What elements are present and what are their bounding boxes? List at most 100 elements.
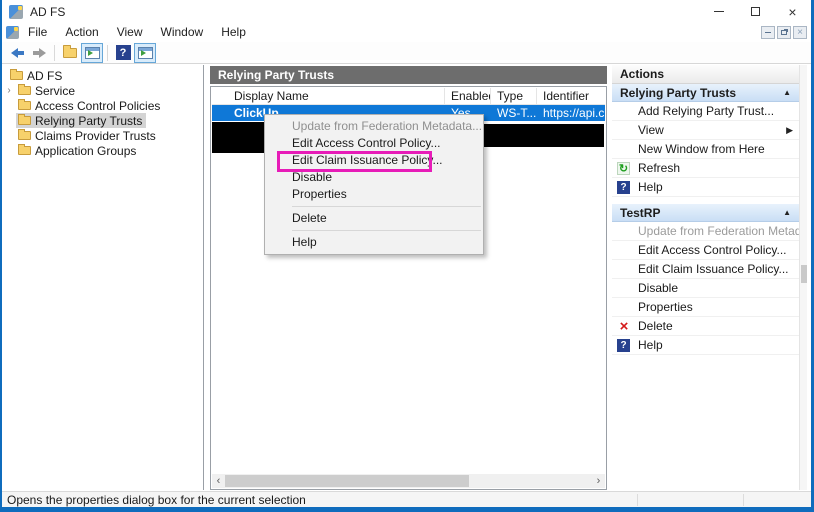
- action-new-window-from-here[interactable]: New Window from Here: [612, 140, 799, 159]
- horizontal-scrollbar[interactable]: ‹ ›: [212, 474, 605, 488]
- action-help[interactable]: ? Help: [612, 178, 799, 197]
- menu-window[interactable]: Window: [152, 23, 213, 42]
- tree-item-access-control-policies[interactable]: Access Control Policies: [2, 98, 203, 113]
- adfs-app-icon-small: [6, 26, 19, 39]
- results-pane-title: Relying Party Trusts: [210, 66, 607, 84]
- maximize-button[interactable]: [737, 0, 774, 23]
- scroll-right-icon[interactable]: ›: [592, 474, 605, 488]
- action-label: Properties: [638, 300, 693, 314]
- tree-label: Application Groups: [35, 144, 136, 158]
- collapse-arrow-icon[interactable]: ▲: [783, 204, 791, 222]
- chevron-right-icon[interactable]: ›: [2, 85, 16, 96]
- tree-selection-highlight: Relying Party Trusts: [16, 113, 146, 128]
- menu-action[interactable]: Action: [56, 23, 107, 42]
- action-label: Disable: [638, 281, 678, 295]
- child-close-icon: ×: [797, 28, 803, 38]
- column-header-display-name[interactable]: Display Name: [212, 88, 445, 104]
- show-action-pane-button[interactable]: [134, 43, 156, 63]
- submenu-arrow-icon: ▶: [786, 121, 793, 140]
- back-button[interactable]: [6, 43, 28, 63]
- tree-item-service[interactable]: › Service: [2, 83, 203, 98]
- show-console-tree-icon: [85, 47, 100, 59]
- section-header-label: Relying Party Trusts: [620, 84, 736, 102]
- child-minimize-icon: [765, 32, 771, 33]
- child-restore-button[interactable]: [777, 26, 791, 39]
- help-icon: ?: [116, 45, 131, 60]
- adfs-app-icon: [9, 5, 23, 19]
- export-list-button[interactable]: [59, 43, 81, 63]
- back-icon: [11, 48, 24, 58]
- cell-type: WS-T...: [491, 105, 537, 121]
- action-label: Edit Access Control Policy...: [638, 243, 787, 257]
- close-button[interactable]: ×: [774, 0, 811, 23]
- cell-identifier: https://api.clickup: [537, 105, 605, 121]
- section-header-label: TestRP: [620, 204, 660, 222]
- child-restore-icon: [781, 30, 787, 35]
- minimize-button[interactable]: [700, 0, 737, 23]
- action-label: Delete: [638, 319, 673, 333]
- table-header: Display Name Enabled Type Identifier: [212, 88, 605, 105]
- tree-item-adfs-root[interactable]: AD FS: [2, 68, 203, 83]
- context-menu-item-properties[interactable]: Properties: [265, 186, 483, 203]
- action-delete[interactable]: × Delete: [612, 317, 799, 336]
- forward-button[interactable]: [28, 43, 50, 63]
- action-label: Refresh: [638, 161, 680, 175]
- menu-help[interactable]: Help: [212, 23, 255, 42]
- tree-item-relying-party-trusts[interactable]: Relying Party Trusts: [2, 113, 203, 128]
- close-icon: ×: [788, 5, 796, 19]
- actions-pane-title: Actions: [612, 65, 799, 84]
- tree-item-application-groups[interactable]: Application Groups: [2, 143, 203, 158]
- action-help-testrp[interactable]: ? Help: [612, 336, 799, 355]
- scrollbar-thumb[interactable]: [225, 475, 469, 487]
- column-header-enabled[interactable]: Enabled: [445, 88, 491, 104]
- tree-label: Access Control Policies: [35, 99, 160, 113]
- redacted-region: [212, 122, 267, 153]
- status-bar: Opens the properties dialog box for the …: [2, 491, 811, 507]
- scrollbar-thumb[interactable]: [801, 265, 807, 283]
- toolbar-separator: [107, 45, 108, 61]
- folder-icon: [18, 86, 31, 95]
- column-header-identifier[interactable]: Identifier: [537, 88, 605, 104]
- context-menu-item-help[interactable]: Help: [265, 234, 483, 251]
- action-edit-claim-issuance-policy[interactable]: Edit Claim Issuance Policy...: [612, 260, 799, 279]
- actions-vertical-scrollbar[interactable]: [799, 65, 807, 490]
- status-separator: [743, 494, 744, 506]
- tree-item-claims-provider-trusts[interactable]: Claims Provider Trusts: [2, 128, 203, 143]
- menu-bar: File Action View Window Help ×: [2, 23, 811, 42]
- actions-section-testrp[interactable]: TestRP ▲: [612, 204, 799, 222]
- collapse-arrow-icon[interactable]: ▲: [783, 84, 791, 102]
- action-label: Help: [638, 338, 663, 352]
- action-disable[interactable]: Disable: [612, 279, 799, 298]
- refresh-icon: ↻: [617, 162, 630, 175]
- child-close-button[interactable]: ×: [793, 26, 807, 39]
- menu-separator: [292, 206, 481, 207]
- action-add-relying-party-trust[interactable]: Add Relying Party Trust...: [612, 102, 799, 121]
- action-label: Add Relying Party Trust...: [638, 104, 774, 118]
- child-minimize-button[interactable]: [761, 26, 775, 39]
- help-icon: ?: [617, 181, 630, 194]
- context-menu-item-edit-access-control-policy[interactable]: Edit Access Control Policy...: [265, 135, 483, 152]
- help-icon: ?: [617, 339, 630, 352]
- console-tree-pane: AD FS › Service Access Control Policies …: [2, 65, 204, 490]
- action-properties[interactable]: Properties: [612, 298, 799, 317]
- maximize-icon: [751, 7, 760, 16]
- show-console-tree-button[interactable]: [81, 43, 103, 63]
- menu-file[interactable]: File: [19, 23, 56, 42]
- scroll-left-icon[interactable]: ‹: [212, 474, 225, 488]
- forward-icon: [33, 48, 46, 58]
- folder-icon: [18, 131, 31, 140]
- action-edit-access-control-policy[interactable]: Edit Access Control Policy...: [612, 241, 799, 260]
- action-label: View: [638, 123, 664, 137]
- tree-label: Service: [35, 84, 75, 98]
- export-list-icon: [63, 48, 77, 58]
- show-action-pane-icon: [138, 47, 153, 59]
- context-menu-item-delete[interactable]: Delete: [265, 210, 483, 227]
- actions-section-relying-party-trusts[interactable]: Relying Party Trusts ▲: [612, 84, 799, 102]
- menu-view[interactable]: View: [108, 23, 152, 42]
- action-update-from-federation-metadata: Update from Federation Metadata...: [612, 222, 799, 241]
- action-view[interactable]: View ▶: [612, 121, 799, 140]
- action-refresh[interactable]: ↻ Refresh: [612, 159, 799, 178]
- minimize-icon: [714, 11, 724, 12]
- help-button[interactable]: ?: [112, 43, 134, 63]
- column-header-type[interactable]: Type: [491, 88, 537, 104]
